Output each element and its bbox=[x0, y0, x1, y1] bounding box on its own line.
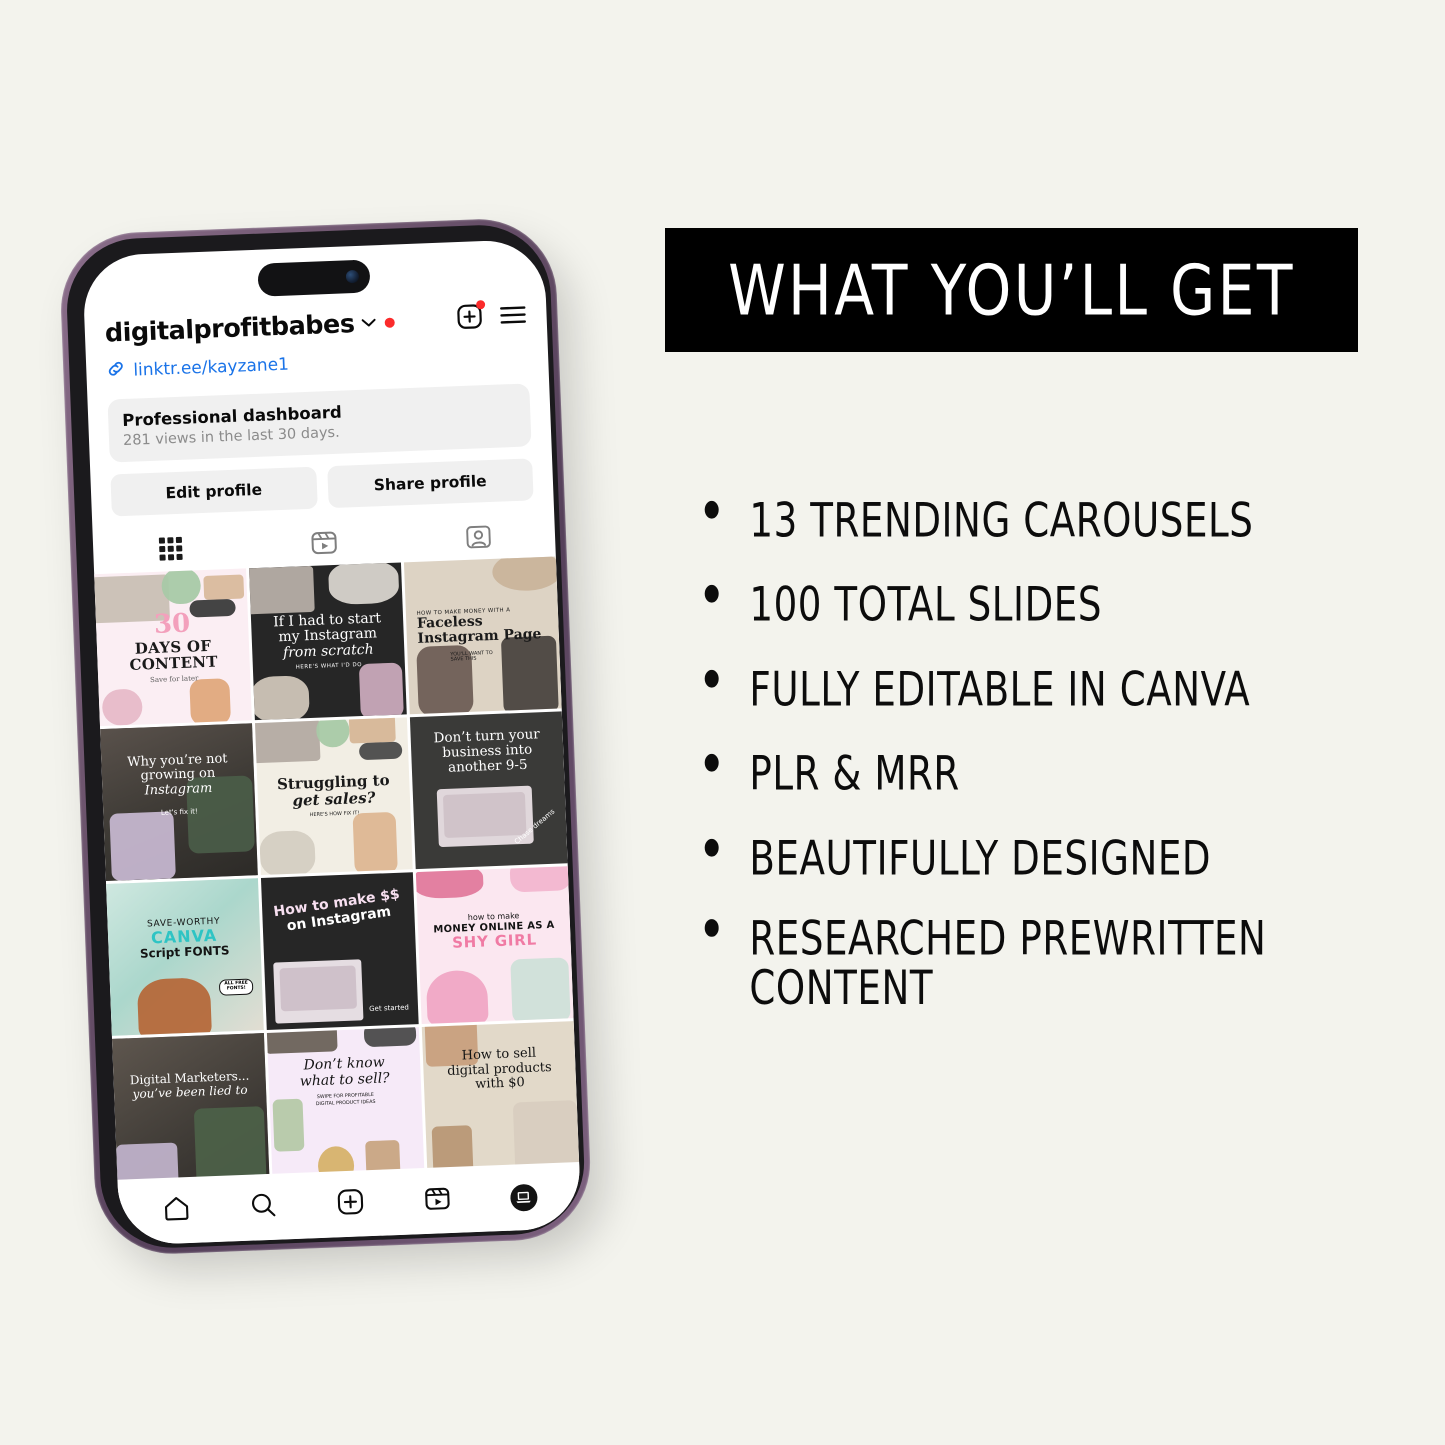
edit-profile-button[interactable]: Edit profile bbox=[110, 466, 318, 517]
benefit-label: PLR & MRR bbox=[749, 746, 960, 802]
bullet-dot-icon bbox=[704, 585, 719, 603]
phone-frame: digitalprofitbabes linktr.ee/kayzane1 Pr… bbox=[58, 216, 594, 1257]
grid-post[interactable]: SAVE-WORTHY CANVA Script FONTS ALL FREE F… bbox=[106, 878, 264, 1036]
nav-reels-button[interactable] bbox=[422, 1184, 451, 1218]
benefit-item-4: PLR & MRR bbox=[701, 749, 1307, 799]
profile-link-row[interactable]: linktr.ee/kayzane1 bbox=[106, 343, 529, 383]
benefit-label: BEAUTIFULLY DESIGNED bbox=[749, 831, 1212, 886]
profile-action-buttons: Edit profile Share profile bbox=[110, 458, 534, 517]
username-row: digitalprofitbabes bbox=[104, 300, 527, 349]
headline-banner: WHAT YOU’LL GET bbox=[665, 228, 1358, 352]
nav-search-button[interactable] bbox=[248, 1190, 277, 1224]
grid-post[interactable]: how to make MONEY ONLINE AS A SHY GIRL bbox=[415, 866, 574, 1024]
post-caption-line: Instagram Page bbox=[417, 626, 542, 648]
nav-create-button[interactable] bbox=[335, 1187, 364, 1221]
grid-post[interactable]: Digital Marketers... you’ve been lied to bbox=[112, 1033, 270, 1191]
tab-tagged[interactable] bbox=[401, 520, 556, 563]
link-chain-icon bbox=[106, 359, 126, 384]
grid-post[interactable]: Why you’re not growing on Instagram Let'… bbox=[100, 723, 258, 882]
bullet-dot-icon bbox=[704, 500, 719, 519]
post-caption-line: CONTENT bbox=[129, 653, 219, 675]
benefit-item-5: BEAUTIFULLY DESIGNED bbox=[701, 834, 1307, 884]
benefit-item-3: FULLY EDITABLE IN CANVA bbox=[701, 665, 1307, 715]
hamburger-menu-button[interactable] bbox=[499, 304, 527, 330]
what-you-get-panel: WHAT YOU’LL GET 13 TRENDING CAROUSELS 10… bbox=[665, 228, 1360, 1049]
professional-dashboard-card[interactable]: Professional dashboard 281 views in the … bbox=[107, 383, 532, 463]
post-grid: 30 DAYS OF CONTENT Save for later If I h… bbox=[94, 556, 580, 1191]
benefit-label: FULLY EDITABLE IN CANVA bbox=[749, 662, 1251, 717]
nav-home-button[interactable] bbox=[162, 1194, 191, 1228]
unread-dot-icon bbox=[384, 317, 395, 328]
bullet-dot-icon bbox=[704, 754, 719, 772]
bullet-dot-icon bbox=[704, 919, 719, 937]
dynamic-island bbox=[257, 259, 371, 297]
grid-post[interactable]: HOW TO MAKE MONEY WITH A Faceless Instag… bbox=[403, 556, 562, 715]
bullet-dot-icon bbox=[704, 669, 719, 688]
profile-link-text[interactable]: linktr.ee/kayzane1 bbox=[133, 355, 289, 381]
post-caption-line: SHY GIRL bbox=[451, 930, 538, 952]
phone-screen: digitalprofitbabes linktr.ee/kayzane1 Pr… bbox=[81, 238, 582, 1246]
page-title: WHAT YOU’LL GET bbox=[728, 249, 1295, 331]
post-caption-line: another 9-5 bbox=[447, 756, 528, 776]
add-post-button[interactable] bbox=[456, 300, 486, 335]
benefit-label: 100 TOTAL SLIDES bbox=[749, 578, 1103, 633]
benefit-item-1: 13 TRENDING CAROUSELS bbox=[701, 496, 1307, 546]
post-caption-sub: Get started bbox=[369, 1003, 410, 1014]
tab-grid[interactable] bbox=[93, 531, 248, 574]
grid-post[interactable]: Struggling to get sales? HERE'S HOW FIX … bbox=[255, 717, 413, 876]
grid-post[interactable]: Don’t turn your business into another 9-… bbox=[409, 711, 568, 870]
share-profile-button[interactable]: Share profile bbox=[326, 458, 534, 509]
grid-post[interactable]: How to sell digital products with $0 bbox=[421, 1021, 580, 1179]
grid-post[interactable]: How to make $$ on Instagram Get started bbox=[260, 872, 419, 1030]
benefit-label: 13 TRENDING CAROUSELS bbox=[749, 493, 1254, 549]
grid-post[interactable]: Don’t know what to sell? SWIPE FOR PROFI… bbox=[266, 1027, 425, 1185]
post-caption-line: what to sell? bbox=[299, 1070, 390, 1090]
chevron-down-icon[interactable] bbox=[361, 314, 376, 333]
post-caption-sub: SWIPE FOR PROFITABLE DIGITAL PRODUCT IDEA… bbox=[315, 1093, 376, 1108]
tab-reels[interactable] bbox=[247, 525, 402, 568]
grid-post[interactable]: If I had to start my Instagram from scra… bbox=[249, 562, 407, 721]
front-camera-icon bbox=[345, 269, 360, 284]
bullet-dot-icon bbox=[704, 838, 719, 857]
nav-profile-avatar[interactable] bbox=[509, 1183, 538, 1212]
grid-post[interactable]: 30 DAYS OF CONTENT Save for later bbox=[94, 568, 252, 727]
post-caption-sub: ALL FREE FONTS! bbox=[219, 978, 254, 996]
phone-bezel: digitalprofitbabes linktr.ee/kayzane1 Pr… bbox=[64, 222, 587, 1251]
benefit-item-2: 100 TOTAL SLIDES bbox=[701, 578, 1307, 633]
benefits-list: 13 TRENDING CAROUSELS 100 TOTAL SLIDES F… bbox=[701, 496, 1360, 1014]
header-actions bbox=[456, 300, 527, 335]
post-caption-line: get sales? bbox=[292, 788, 376, 810]
profile-username[interactable]: digitalprofitbabes bbox=[104, 309, 355, 349]
post-caption-line: from scratch bbox=[282, 641, 374, 661]
phone-mockup: digitalprofitbabes linktr.ee/kayzane1 Pr… bbox=[58, 215, 618, 1279]
add-post-notification-badge bbox=[475, 300, 486, 310]
benefit-item-6: RESEARCHED PREWRITTEN CONTENT bbox=[701, 914, 1307, 1014]
benefit-label: RESEARCHED PREWRITTEN CONTENT bbox=[749, 911, 1267, 1017]
